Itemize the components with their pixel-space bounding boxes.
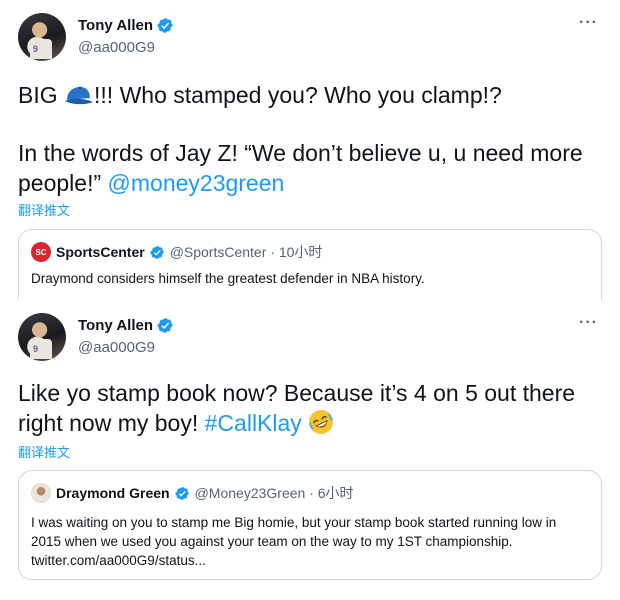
quoted-author-name[interactable]: SportsCenter [56,244,145,260]
author-handle[interactable]: @aa000G9 [78,339,155,356]
verified-badge-icon [175,486,189,500]
hashtag-link[interactable]: #CallKlay [205,410,302,436]
quoted-tweet-text: I was waiting on you to stamp me Big hom… [31,515,557,568]
quoted-tweet[interactable]: Draymond Green @Money23Green · 6小时 I was… [18,470,602,580]
verified-badge-icon [157,18,173,33]
quoted-author-handle[interactable]: @Money23Green · 6小时 [195,483,354,503]
author-avatar[interactable]: 9 [18,313,66,361]
tweet-text: Like yo stamp book now? Because it’s 4 o… [18,380,576,436]
quoted-author-handle[interactable]: @SportsCenter · 10小时 [170,242,323,262]
author-avatar[interactable]: 9 [18,13,66,61]
author-handle[interactable]: @aa000G9 [78,39,155,56]
verified-badge-icon [150,245,164,259]
quoted-tweet-header: SC SportsCenter @SportsCenter · 10小时 [31,242,322,262]
author-name[interactable]: Tony Allen [78,17,153,34]
mention-link[interactable]: @money23green [108,170,285,196]
tweet-text-paragraph: In the words of Jay Z! “We don’t believe… [18,140,583,196]
author-name[interactable]: Tony Allen [78,317,153,334]
tweet-card[interactable]: 9 Tony Allen @aa000G9 ··· Like yo stamp … [0,300,620,600]
quoted-tweet-header: Draymond Green @Money23Green · 6小时 [31,483,354,503]
rolling-laughing-emoji-icon [309,410,334,434]
tweet-card[interactable]: 9 Tony Allen @aa000G9 ··· BIG !!! Who st… [0,0,620,319]
author-name-row[interactable]: Tony Allen [78,317,174,334]
sportscenter-logo-icon[interactable]: SC [31,242,51,262]
translate-tweet-link[interactable]: 翻译推文 [18,442,70,461]
more-options-button[interactable]: ··· [579,314,598,332]
verified-badge-icon [157,318,173,333]
draymond-avatar-icon[interactable] [31,483,51,503]
translate-tweet-link[interactable]: 翻译推文 [18,200,70,219]
jersey-number: 9 [33,344,39,354]
author-name-row[interactable]: Tony Allen [78,17,174,34]
jersey-number: 9 [33,44,39,54]
more-options-button[interactable]: ··· [579,14,598,32]
tweet-text: BIG !!! Who stamped you? Who you clamp!? [18,82,502,108]
quoted-author-name[interactable]: Draymond Green [56,485,170,501]
blue-cap-icon [65,86,94,105]
quoted-tweet-text: Draymond considers himself the greatest … [31,271,425,286]
